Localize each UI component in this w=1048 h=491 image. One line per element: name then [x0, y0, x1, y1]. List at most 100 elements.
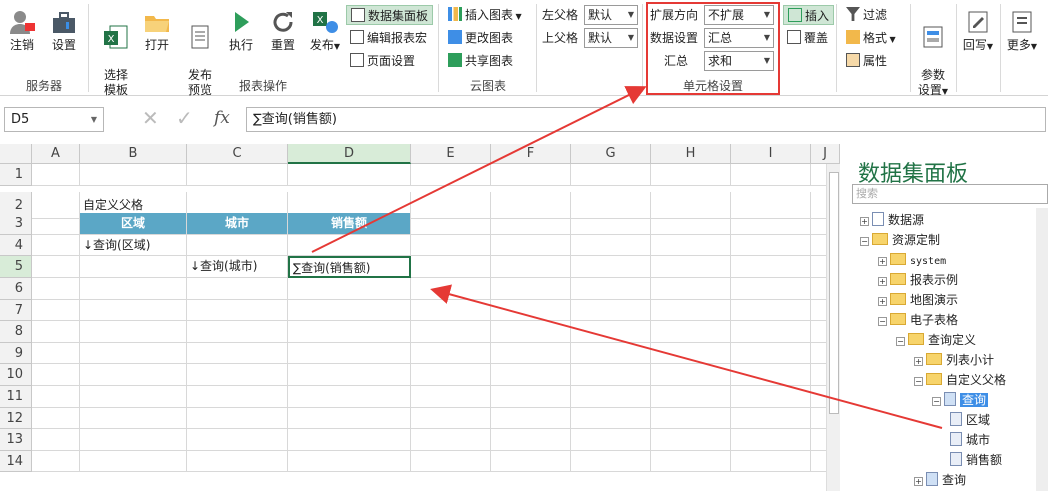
- row-header-5[interactable]: 5: [0, 256, 32, 278]
- row-header-10[interactable]: 10: [0, 364, 32, 386]
- cell-B6[interactable]: [80, 278, 187, 300]
- tree-node[interactable]: − 查询定义: [896, 330, 976, 350]
- page-setup-button[interactable]: 页面设置: [350, 51, 415, 71]
- expand-icon[interactable]: +: [914, 477, 923, 486]
- column-header-J[interactable]: J: [811, 144, 840, 164]
- select-all-corner[interactable]: [0, 144, 32, 164]
- cell-H11[interactable]: [651, 386, 731, 408]
- cell-E6[interactable]: [411, 278, 491, 300]
- cell-H8[interactable]: [651, 321, 731, 343]
- column-header-H[interactable]: H: [651, 144, 731, 164]
- cell-H12[interactable]: [651, 407, 731, 430]
- formula-input[interactable]: ∑查询(销售额): [246, 107, 1046, 132]
- column-header-C[interactable]: C: [187, 144, 288, 164]
- cell-B13[interactable]: [80, 429, 187, 451]
- param-setting-button[interactable]: 参数 设置▼: [913, 8, 953, 99]
- tree-node[interactable]: 城市: [950, 430, 990, 450]
- cell-I12[interactable]: [731, 407, 811, 430]
- cell-B9[interactable]: [80, 342, 187, 365]
- summary-select[interactable]: 求和 ▼: [704, 51, 774, 71]
- share-chart-button[interactable]: 共享图表: [448, 51, 513, 71]
- column-header-I[interactable]: I: [731, 144, 811, 164]
- tree-node[interactable]: + system: [878, 250, 946, 270]
- cell-F12[interactable]: [491, 407, 571, 430]
- panel-search-input[interactable]: 搜索: [852, 184, 1048, 204]
- cell-C14[interactable]: [187, 450, 288, 473]
- cell-E7[interactable]: [411, 299, 491, 322]
- cell-C7[interactable]: [187, 299, 288, 322]
- cell-D1[interactable]: [288, 164, 411, 186]
- cell-D13[interactable]: [288, 429, 411, 451]
- tree-node[interactable]: 区域: [950, 410, 990, 430]
- insert-button[interactable]: 插入: [783, 5, 835, 25]
- cell-C13[interactable]: [187, 429, 288, 451]
- cell-E10[interactable]: [411, 364, 491, 386]
- vertical-scrollbar[interactable]: [826, 164, 840, 491]
- cell-H6[interactable]: [651, 278, 731, 300]
- publish-button[interactable]: X 发布▼: [305, 8, 345, 54]
- cell-B11[interactable]: [80, 386, 187, 408]
- row-header-12[interactable]: 12: [0, 407, 32, 430]
- property-button[interactable]: 属性: [846, 51, 887, 71]
- cell-E5[interactable]: [411, 256, 491, 278]
- cell-F7[interactable]: [491, 299, 571, 322]
- cell-H10[interactable]: [651, 364, 731, 386]
- cell-C4[interactable]: [187, 234, 288, 257]
- row-header-4[interactable]: 4: [0, 234, 32, 257]
- overwrite-button[interactable]: 覆盖: [787, 28, 828, 48]
- cell-D4[interactable]: [288, 234, 411, 257]
- cell-G4[interactable]: [571, 234, 651, 257]
- cell-C8[interactable]: [187, 321, 288, 343]
- cell-I11[interactable]: [731, 386, 811, 408]
- cell-B1[interactable]: [80, 164, 187, 186]
- cell-D9[interactable]: [288, 342, 411, 365]
- collapse-icon[interactable]: −: [878, 317, 887, 326]
- cell-E3[interactable]: [411, 213, 491, 235]
- cell-F6[interactable]: [491, 278, 571, 300]
- cancel-icon[interactable]: ✕: [142, 106, 159, 130]
- column-header-D[interactable]: D: [288, 144, 411, 164]
- cell-I3[interactable]: [731, 213, 811, 235]
- data-setting-select[interactable]: 汇总 ▼: [704, 28, 774, 48]
- tree-node[interactable]: + 查询: [914, 470, 966, 490]
- name-box[interactable]: D5 ▼: [4, 107, 104, 132]
- expand-icon[interactable]: +: [860, 217, 869, 226]
- tree-node[interactable]: + 地图演示: [878, 290, 958, 310]
- cell-G14[interactable]: [571, 450, 651, 473]
- cell-G5[interactable]: [571, 256, 651, 278]
- cell-E1[interactable]: [411, 164, 491, 186]
- cell-I13[interactable]: [731, 429, 811, 451]
- tree-node[interactable]: − 查询: [932, 390, 989, 410]
- cell-H9[interactable]: [651, 342, 731, 365]
- cell-A3[interactable]: [32, 213, 80, 235]
- left-parent-select[interactable]: 默认 ▼: [584, 5, 638, 25]
- cell-G6[interactable]: [571, 278, 651, 300]
- cell-B10[interactable]: [80, 364, 187, 386]
- collapse-icon[interactable]: −: [860, 237, 869, 246]
- confirm-icon[interactable]: ✓: [176, 106, 193, 130]
- cell-G11[interactable]: [571, 386, 651, 408]
- cell-E13[interactable]: [411, 429, 491, 451]
- column-header-G[interactable]: G: [571, 144, 651, 164]
- column-header-B[interactable]: B: [80, 144, 187, 164]
- reset-button[interactable]: 重置: [263, 8, 303, 53]
- cell-C3[interactable]: 城市: [187, 213, 288, 235]
- settings-button[interactable]: 设置: [44, 8, 84, 53]
- cell-D7[interactable]: [288, 299, 411, 322]
- column-header-E[interactable]: E: [411, 144, 491, 164]
- cell-A13[interactable]: [32, 429, 80, 451]
- cell-C1[interactable]: [187, 164, 288, 186]
- cell-H1[interactable]: [651, 164, 731, 186]
- function-icon[interactable]: fx: [214, 108, 230, 128]
- format-button[interactable]: 格式 ▼: [846, 28, 896, 48]
- change-chart-button[interactable]: 更改图表: [448, 28, 513, 48]
- cell-C10[interactable]: [187, 364, 288, 386]
- row-header-8[interactable]: 8: [0, 321, 32, 343]
- tree-scrollbar[interactable]: [1036, 208, 1048, 491]
- tree-node[interactable]: − 自定义父格: [914, 370, 1006, 390]
- writeback-button[interactable]: 回写▼: [958, 8, 998, 54]
- cell-H5[interactable]: [651, 256, 731, 278]
- cell-D3[interactable]: 销售额: [288, 213, 411, 235]
- column-header-A[interactable]: A: [32, 144, 80, 164]
- cell-F1[interactable]: [491, 164, 571, 186]
